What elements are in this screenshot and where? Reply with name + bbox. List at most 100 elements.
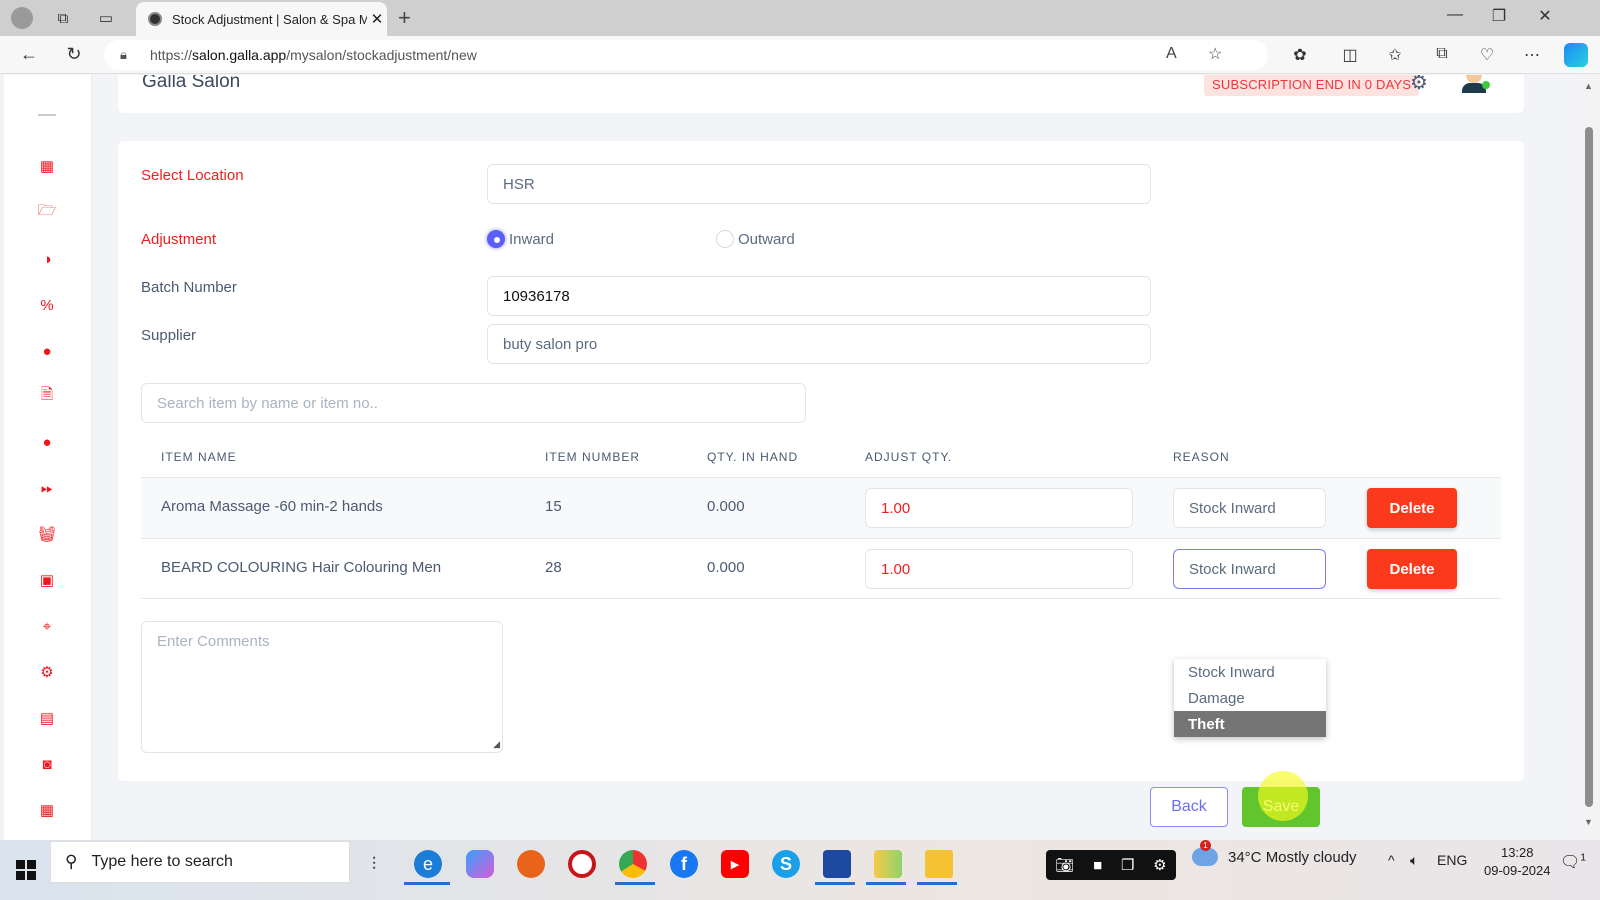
folder-open-icon[interactable]: 🗁︎: [36, 201, 58, 223]
chrome-active-indicator: [615, 882, 655, 885]
reason-option-damage[interactable]: Damage: [1174, 685, 1326, 711]
lock-icon: 🔒︎: [120, 47, 127, 62]
windows-start-icon[interactable]: [16, 860, 36, 880]
scrollbar-thumb[interactable]: [1585, 127, 1593, 807]
copy-icon[interactable]: ❐: [1121, 856, 1134, 874]
comments-placeholder: Enter Comments: [157, 633, 270, 650]
more-menu-icon[interactable]: ⋯: [1520, 45, 1544, 65]
resize-handle-icon[interactable]: ◢: [493, 739, 500, 750]
radio-outward-dot[interactable]: [716, 230, 734, 248]
calendar-icon[interactable]: ▦: [36, 799, 58, 821]
reason-select[interactable]: Stock Inward: [1173, 488, 1326, 528]
url-field[interactable]: 🔒︎ https://salon.galla.app/mysalon/stock…: [104, 40, 1268, 70]
item-number: 28: [545, 559, 562, 576]
comments-textarea[interactable]: Enter Comments ◢: [141, 621, 503, 753]
online-status-dot: [1482, 81, 1490, 89]
item-name: BEARD COLOURING Hair Colouring Men: [161, 559, 442, 576]
user-circle-icon[interactable]: ●: [36, 431, 58, 453]
camera-icon[interactable]: 📷︎: [1055, 856, 1074, 874]
file-explorer-icon[interactable]: [925, 850, 953, 878]
minimize-icon[interactable]: —: [1440, 6, 1470, 24]
adjust-qty-input[interactable]: 1.00: [865, 549, 1133, 589]
app-icon[interactable]: [874, 850, 902, 878]
document-icon[interactable]: 🗎︎: [36, 385, 58, 407]
reason-option-theft[interactable]: Theft: [1174, 711, 1326, 737]
browser-essentials-icon[interactable]: ♡: [1475, 45, 1499, 65]
fast-forward-icon[interactable]: ⏩︎: [36, 477, 58, 499]
taskbar-search[interactable]: ⚲ Type here to search: [50, 841, 350, 883]
vertical-tabs-icon[interactable]: ▭: [94, 6, 118, 30]
delete-button[interactable]: Delete: [1367, 549, 1457, 589]
edge-app-icon[interactable]: e: [414, 850, 442, 878]
location-select[interactable]: HSR: [487, 164, 1151, 204]
new-tab-button[interactable]: +: [398, 5, 411, 31]
back-button[interactable]: Back: [1150, 787, 1228, 827]
volume-icon[interactable]: 🔈︎: [1410, 852, 1418, 869]
weather-widget[interactable]: 1 34°C Mostly cloudy: [1192, 840, 1357, 866]
close-window-icon[interactable]: ✕: [1530, 6, 1560, 26]
basket-icon[interactable]: 🧺︎: [36, 523, 58, 545]
cursor-highlight: [1258, 771, 1308, 821]
settings-icon[interactable]: ⚙: [1153, 856, 1166, 874]
radio-inward[interactable]: Inward: [487, 230, 554, 248]
location-pin-icon[interactable]: ⌖: [36, 615, 58, 637]
clock[interactable]: 13:28 09-09-2024: [1484, 844, 1551, 880]
split-screen-icon[interactable]: ◫: [1338, 45, 1362, 65]
notifications-icon[interactable]: 🗨︎1: [1560, 852, 1586, 872]
user-circle-icon[interactable]: ●: [36, 340, 58, 362]
video-icon[interactable]: ■: [1093, 857, 1102, 874]
task-view-icon[interactable]: ⫶: [360, 850, 388, 878]
show-hidden-icons-icon[interactable]: ^: [1388, 852, 1395, 868]
reason-select[interactable]: Stock Inward: [1173, 549, 1326, 589]
contacts-icon[interactable]: ▣: [36, 569, 58, 591]
cash-icon[interactable]: ◙: [36, 753, 58, 775]
recorder-app-icon[interactable]: [568, 850, 596, 878]
scroll-down-icon[interactable]: ▼: [1584, 817, 1593, 827]
language-indicator[interactable]: ENG: [1437, 852, 1467, 868]
restore-icon[interactable]: ❐: [1484, 6, 1514, 26]
scroll-up-icon[interactable]: ▲: [1584, 81, 1593, 91]
facebook-app-icon[interactable]: f: [670, 850, 698, 878]
profile-icon[interactable]: [10, 6, 34, 30]
radio-outward[interactable]: Outward: [716, 230, 795, 248]
chrome-app-icon[interactable]: [619, 850, 647, 878]
refresh-icon[interactable]: ↻: [62, 44, 86, 65]
contrast-icon[interactable]: ◑: [36, 248, 58, 270]
close-tab-icon[interactable]: ✕: [367, 10, 387, 28]
subscription-badge: SUBSCRIPTION END IN 0 DAYS: [1204, 75, 1420, 96]
store-app-icon[interactable]: [823, 850, 851, 878]
collections-icon[interactable]: ⧉: [1430, 45, 1454, 63]
qty-in-hand: 0.000: [707, 498, 745, 515]
dashboard-icon[interactable]: ▦: [36, 155, 58, 177]
clock-time: 13:28: [1500, 845, 1534, 860]
youtube-app-icon[interactable]: ▶: [721, 850, 749, 878]
extensions-icon[interactable]: ✿: [1288, 45, 1312, 65]
workspaces-icon[interactable]: ⧉: [51, 6, 75, 30]
url-host: salon.galla.app: [192, 47, 287, 63]
radio-inward-dot[interactable]: [487, 230, 505, 248]
batch-number-label: Batch Number: [141, 279, 237, 296]
item-search-input[interactable]: Search item by name or item no..: [141, 383, 806, 423]
read-aloud-icon[interactable]: A: [1166, 45, 1177, 63]
firefox-app-icon[interactable]: [517, 850, 545, 878]
report-icon[interactable]: ▤: [36, 707, 58, 729]
reason-option-stock-inward[interactable]: Stock Inward: [1174, 659, 1326, 685]
copilot-app-icon[interactable]: [466, 850, 494, 878]
adjust-qty-input[interactable]: 1.00: [865, 488, 1133, 528]
page-scrollbar[interactable]: ▲ ▼: [1580, 75, 1600, 840]
tab-stock-adjustment[interactable]: Stock Adjustment | Salon & Spa M ✕: [136, 2, 387, 36]
sidebar-toggle[interactable]: [38, 114, 56, 116]
batch-number-input[interactable]: 10936178: [487, 276, 1151, 316]
edge-active-indicator: [404, 882, 450, 885]
back-icon[interactable]: ←: [17, 44, 41, 65]
supplier-input[interactable]: buty salon pro: [487, 324, 1151, 364]
delete-button[interactable]: Delete: [1367, 488, 1457, 528]
skype-app-icon[interactable]: S: [772, 850, 800, 878]
gear-icon[interactable]: ⚙: [36, 661, 58, 683]
copilot-icon[interactable]: [1564, 43, 1588, 67]
favorites-icon[interactable]: ✩: [1383, 45, 1407, 65]
avatar[interactable]: [1460, 75, 1490, 99]
settings-gear-icon[interactable]: ⚙: [1410, 75, 1428, 95]
favorite-star-icon[interactable]: ☆: [1208, 44, 1222, 64]
coupon-icon[interactable]: %: [36, 294, 58, 316]
